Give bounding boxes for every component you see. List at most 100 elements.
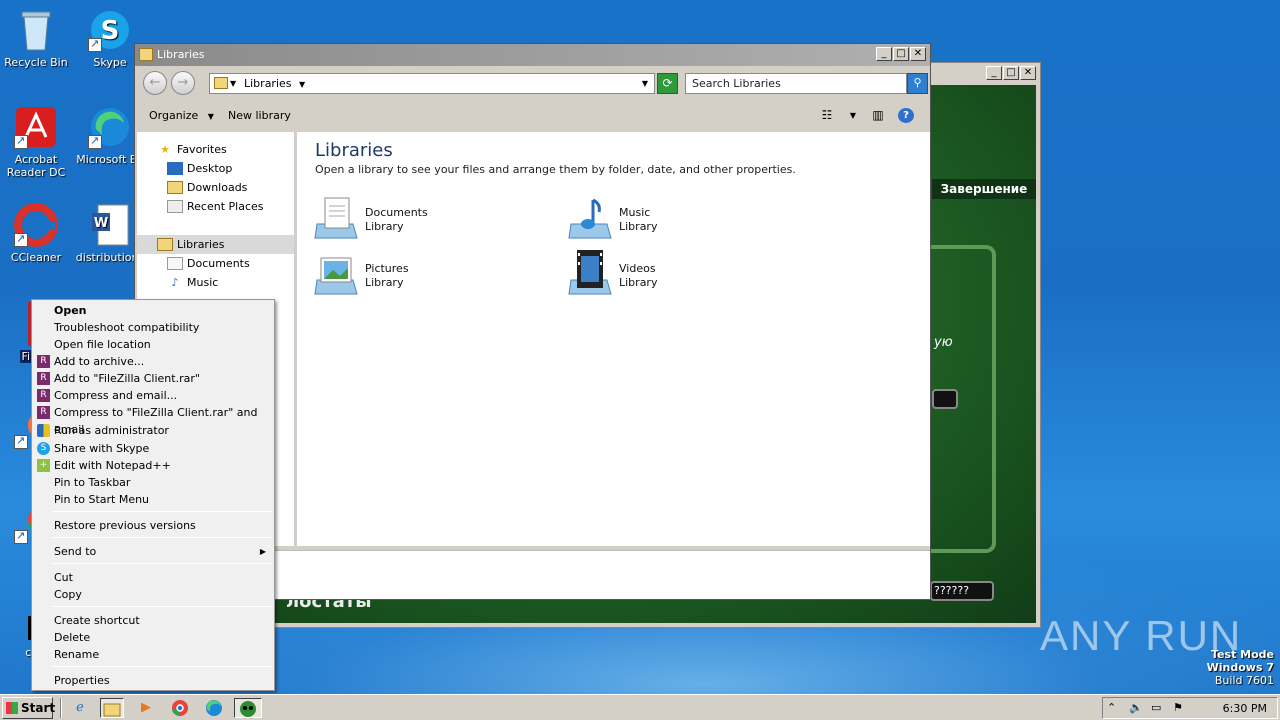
volume-icon[interactable]: 🔈 [1129, 701, 1143, 714]
nav-item-documents[interactable]: Documents [137, 254, 294, 273]
chevron-down-icon[interactable]: ▼ [230, 74, 236, 93]
menu-item-open-file-location[interactable]: Open file location [34, 336, 272, 353]
menu-item-open[interactable]: Open [34, 302, 272, 319]
taskbar-separator [60, 698, 62, 718]
refresh-button[interactable]: ⟳ [657, 73, 678, 94]
recycle-bin-icon[interactable]: Recycle Bin [0, 8, 74, 69]
new-library-button[interactable]: New library [228, 109, 291, 122]
nav-label: Documents [187, 257, 250, 270]
menu-item-delete[interactable]: Delete [34, 629, 272, 646]
address-history-dropdown-icon[interactable]: ▼ [642, 74, 648, 93]
minimize-button[interactable]: _ [876, 47, 892, 61]
menu-item-troubleshoot[interactable]: Troubleshoot compatibility [34, 319, 272, 336]
test-mode-line3: Build 7601 [1214, 674, 1274, 687]
explorer-taskbar-icon[interactable] [100, 698, 124, 718]
menu-item-create-shortcut[interactable]: Create shortcut [34, 612, 272, 629]
library-item-documents[interactable]: Documents Library [313, 194, 533, 244]
acrobat-desktop-icon[interactable]: Acrobat Reader DC [0, 105, 74, 179]
edge-taskbar-icon[interactable] [202, 698, 226, 718]
help-icon[interactable]: ? [898, 108, 914, 123]
menu-item-compress-and-email[interactable]: R Compress and email... [34, 387, 272, 404]
address-bar[interactable]: ▼ Libraries ▼ ▼ [209, 73, 655, 94]
start-button[interactable]: Start [2, 697, 55, 719]
menu-separator [52, 537, 272, 538]
skype-icon: S [37, 442, 50, 455]
change-view-icon[interactable]: ☷ [819, 108, 835, 123]
minimize-button[interactable]: _ [986, 66, 1002, 80]
green-app-taskbar-icon[interactable] [234, 698, 262, 718]
library-name: Pictures [365, 262, 409, 275]
green-password-field[interactable]: ?????? [930, 581, 994, 601]
windows-logo-icon [6, 702, 18, 714]
menu-item-add-to-rar[interactable]: R Add to "FileZilla Client.rar" [34, 370, 272, 387]
menu-item-restore-versions[interactable]: Restore previous versions [34, 517, 272, 534]
organize-button[interactable]: Organize ▼ [149, 109, 214, 122]
documents-icon [167, 257, 183, 270]
menu-item-compress-to-rar-email[interactable]: R Compress to "FileZilla Client.rar" and… [34, 404, 272, 436]
library-type: Library [619, 220, 658, 233]
library-item-music[interactable]: Music Library [567, 194, 787, 244]
library-item-videos[interactable]: Videos Library [567, 250, 787, 300]
menu-item-share-with-skype[interactable]: S Share with Skype [34, 440, 272, 457]
forward-button[interactable]: → [171, 71, 195, 95]
nav-label: Libraries [177, 238, 225, 251]
shortcut-arrow-icon [14, 529, 28, 544]
close-button[interactable]: ✕ [1020, 66, 1036, 80]
music-library-icon [567, 194, 613, 240]
explorer-titlebar[interactable]: Libraries _ □ ✕ [135, 44, 930, 66]
maximize-button[interactable]: □ [1003, 66, 1019, 80]
nav-item-desktop[interactable]: Desktop [137, 159, 294, 178]
green-input-field[interactable] [932, 389, 958, 409]
recycle-bin-label: Recycle Bin [4, 56, 68, 69]
svg-text:S: S [101, 16, 120, 46]
clock[interactable]: 6:30 PM [1223, 702, 1267, 715]
menu-item-pin-to-start[interactable]: Pin to Start Menu [34, 491, 272, 508]
shortcut-arrow-icon [88, 134, 102, 149]
search-input[interactable]: Search Libraries [685, 73, 907, 94]
libraries-folder-icon [214, 77, 228, 89]
svg-text:W: W [94, 216, 108, 231]
network-icon[interactable]: ▭ [1151, 701, 1161, 714]
action-center-flag-icon[interactable]: ⚑ [1173, 701, 1183, 714]
menu-item-cut[interactable]: Cut [34, 569, 272, 586]
maximize-button[interactable]: □ [893, 47, 909, 61]
ccleaner-desktop-icon[interactable]: CCleaner [0, 203, 74, 264]
nav-item-libraries[interactable]: Libraries [137, 235, 294, 254]
menu-item-pin-to-taskbar[interactable]: Pin to Taskbar [34, 474, 272, 491]
nav-item-downloads[interactable]: Downloads [137, 178, 294, 197]
menu-item-add-to-archive[interactable]: R Add to archive... [34, 353, 272, 370]
close-button[interactable]: ✕ [910, 47, 926, 61]
back-button[interactable]: ← [143, 71, 167, 95]
ccleaner-icon [14, 203, 58, 247]
context-menu: Open Troubleshoot compatibility Open fil… [31, 299, 275, 691]
nav-item-favorites[interactable]: ★ Favorites [137, 140, 294, 159]
preview-pane-icon[interactable]: ▥ [870, 108, 886, 123]
view-options-chevron-icon[interactable]: ▼ [845, 108, 861, 123]
menu-item-rename[interactable]: Rename [34, 646, 272, 663]
address-bar-row: ← → ▼ Libraries ▼ ▼ ⟳ Search Libraries ⚲ [135, 66, 930, 100]
nav-label: Music [187, 276, 219, 289]
menu-item-copy[interactable]: Copy [34, 586, 272, 603]
library-item-pictures[interactable]: Pictures Library [313, 250, 533, 300]
shortcut-arrow-icon [14, 134, 28, 149]
chevron-down-icon[interactable]: ▼ [299, 80, 305, 89]
internet-explorer-icon[interactable]: ℯ [68, 698, 92, 718]
media-player-icon[interactable]: ▶ [134, 698, 158, 718]
finish-button[interactable]: Завершение [932, 179, 1036, 199]
menu-item-run-as-admin[interactable]: Run as administrator [34, 422, 272, 439]
chrome-taskbar-icon[interactable] [168, 698, 192, 718]
nav-item-music[interactable]: ♪ Music [137, 273, 294, 292]
explorer-title: Libraries [157, 48, 205, 61]
winrar-icon: R [37, 355, 50, 368]
trash-icon [14, 8, 58, 52]
menu-item-properties[interactable]: Properties [34, 672, 272, 689]
acrobat-label: Acrobat Reader DC [6, 153, 66, 179]
star-icon: ★ [160, 143, 170, 156]
show-hidden-icons-icon[interactable]: ⌃ [1107, 701, 1116, 714]
menu-item-send-to[interactable]: Send to ▶ [34, 543, 272, 560]
libraries-content-pane: Libraries Open a library to see your fil… [297, 132, 930, 546]
nav-item-recent-places[interactable]: Recent Places [137, 197, 294, 216]
winrar-icon: R [37, 406, 50, 419]
search-icon[interactable]: ⚲ [907, 73, 928, 94]
menu-item-edit-notepad[interactable]: + Edit with Notepad++ [34, 457, 272, 474]
